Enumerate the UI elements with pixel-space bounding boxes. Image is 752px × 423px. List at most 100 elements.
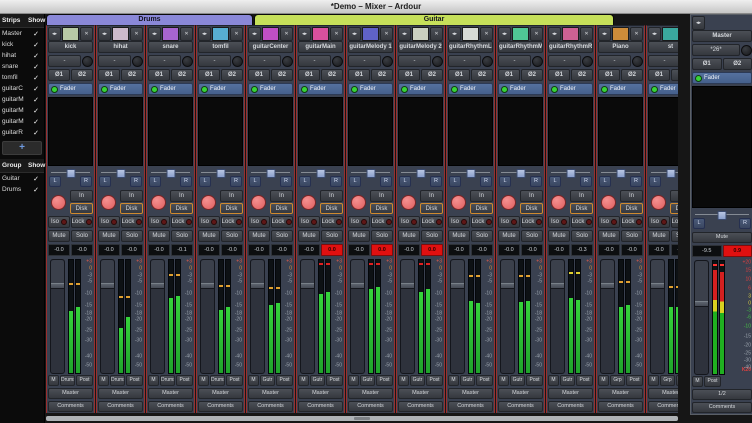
output-button[interactable]: Master xyxy=(548,388,593,399)
solo-button[interactable]: Solo xyxy=(121,230,143,242)
fader-processor-entry[interactable]: Fader xyxy=(48,83,93,95)
comments-button[interactable]: Comments xyxy=(248,401,293,412)
pan-control[interactable]: L R xyxy=(692,210,752,230)
input-button[interactable]: - xyxy=(148,55,181,67)
meter-point-button[interactable]: Post xyxy=(676,375,678,386)
gain-display[interactable]: -9.5 xyxy=(692,245,722,257)
trim-knob[interactable] xyxy=(82,56,93,67)
output-button[interactable]: Master xyxy=(598,388,643,399)
fader-processor-entry[interactable]: Fader xyxy=(148,83,193,95)
trim-knob[interactable] xyxy=(741,45,752,56)
input-button[interactable]: - xyxy=(298,55,331,67)
meter-point-button[interactable]: Post xyxy=(704,376,721,387)
visibility-checkbox[interactable]: ✓ xyxy=(28,74,44,82)
monitor-input-button[interactable]: In xyxy=(670,190,678,202)
fader-handle[interactable] xyxy=(601,283,614,289)
processor-led[interactable] xyxy=(501,86,508,93)
meter-point-button[interactable]: Post xyxy=(526,375,543,386)
pan-control[interactable]: L R xyxy=(648,168,678,188)
gain-fader[interactable] xyxy=(450,259,465,374)
fader-handle[interactable] xyxy=(501,283,514,289)
solo-isolate-button[interactable]: Iso xyxy=(548,216,570,228)
fader-processor-entry[interactable]: Fader xyxy=(548,83,593,95)
metering-m-button[interactable]: M xyxy=(398,375,409,386)
gain-display[interactable]: -0.0 xyxy=(398,244,420,256)
fader-handle[interactable] xyxy=(151,283,164,289)
close-icon[interactable]: ✕ xyxy=(380,27,393,41)
track-color-swatch[interactable] xyxy=(512,27,529,41)
monitor-disk-button[interactable]: Disk xyxy=(170,203,193,215)
solo-button[interactable]: Solo xyxy=(621,230,643,242)
processor-led[interactable] xyxy=(301,86,308,93)
peak-display[interactable]: 0.0 xyxy=(321,244,343,256)
fader-processor-entry[interactable]: Fader xyxy=(692,72,752,84)
fader-handle[interactable] xyxy=(651,283,664,289)
comments-button[interactable]: Comments xyxy=(448,401,493,412)
pan-control[interactable]: L R xyxy=(498,168,543,188)
fader-handle[interactable] xyxy=(451,283,464,289)
processor-led[interactable] xyxy=(201,86,208,93)
monitor-disk-button[interactable]: Disk xyxy=(220,203,243,215)
master-name-button[interactable]: Master xyxy=(692,30,752,42)
track-name-button[interactable]: guitarMain xyxy=(298,41,343,53)
track-color-swatch[interactable] xyxy=(412,27,429,41)
group-button[interactable]: Gutr xyxy=(510,375,525,386)
fader-processor-entry[interactable]: Fader xyxy=(598,83,643,95)
solo-isolate-button[interactable]: Iso xyxy=(198,216,220,228)
solo-lock-button[interactable]: Lock xyxy=(671,216,678,228)
visibility-checkbox[interactable]: ✓ xyxy=(28,129,44,137)
group-button[interactable]: Gutr xyxy=(560,375,575,386)
track-name-button[interactable]: guitarMelody 1 xyxy=(348,41,393,53)
solo-isolate-button[interactable]: Iso xyxy=(648,216,670,228)
record-enable-button[interactable] xyxy=(601,195,616,210)
trim-knob[interactable] xyxy=(332,56,343,67)
peak-display[interactable]: -0.0 xyxy=(621,244,643,256)
trim-knob[interactable] xyxy=(632,56,643,67)
pan-control[interactable]: L R xyxy=(348,168,393,188)
comments-button[interactable]: Comments xyxy=(348,401,393,412)
metering-m-button[interactable]: M xyxy=(48,375,59,386)
pan-handle[interactable] xyxy=(166,169,175,178)
monitor-input-button[interactable]: In xyxy=(520,190,543,202)
monitor-input-button[interactable]: In xyxy=(270,190,293,202)
phase-2-button[interactable]: Ø2 xyxy=(671,69,678,81)
strip-width-button[interactable]: ◂▸ xyxy=(692,16,705,30)
track-color-swatch[interactable] xyxy=(562,27,579,41)
sidebar-strip-row[interactable]: Guitar ✓ xyxy=(0,173,44,184)
track-color-swatch[interactable] xyxy=(212,27,229,41)
processor-led[interactable] xyxy=(451,86,458,93)
monitor-input-button[interactable]: In xyxy=(220,190,243,202)
pan-handle[interactable] xyxy=(718,211,727,220)
meter-point-button[interactable]: Post xyxy=(226,375,243,386)
record-enable-button[interactable] xyxy=(651,195,666,210)
record-enable-button[interactable] xyxy=(551,195,566,210)
phase-2-button[interactable]: Ø2 xyxy=(171,69,193,81)
monitor-input-button[interactable]: In xyxy=(120,190,143,202)
peak-display[interactable]: -0.3 xyxy=(571,244,593,256)
group-button[interactable]: Grp xyxy=(660,375,675,386)
solo-button[interactable]: Solo xyxy=(671,230,678,242)
comments-button[interactable]: Comments xyxy=(398,401,443,412)
trim-knob[interactable] xyxy=(432,56,443,67)
comments-button[interactable]: Comments xyxy=(98,401,143,412)
track-color-swatch[interactable] xyxy=(262,27,279,41)
processor-box[interactable] xyxy=(348,97,393,166)
solo-button[interactable]: Solo xyxy=(521,230,543,242)
fader-processor-entry[interactable]: Fader xyxy=(248,83,293,95)
gain-display[interactable]: -0.0 xyxy=(248,244,270,256)
visibility-checkbox[interactable]: ✓ xyxy=(28,85,44,93)
metering-m-button[interactable]: M xyxy=(148,375,159,386)
fader-handle[interactable] xyxy=(101,283,114,289)
master-input-button[interactable]: *26* xyxy=(692,44,740,56)
mute-button[interactable]: Mute xyxy=(398,230,420,242)
track-color-swatch[interactable] xyxy=(162,27,179,41)
fader-handle[interactable] xyxy=(201,283,214,289)
track-name-button[interactable]: guitarCenter xyxy=(248,41,293,53)
peak-display[interactable]: -0.0 xyxy=(671,244,678,256)
phase-1-button[interactable]: Ø1 xyxy=(598,69,620,81)
meter-point-button[interactable]: Post xyxy=(326,375,343,386)
track-color-swatch[interactable] xyxy=(112,27,129,41)
gain-fader[interactable] xyxy=(400,259,415,374)
pan-handle[interactable] xyxy=(366,169,375,178)
mute-button[interactable]: Mute xyxy=(298,230,320,242)
